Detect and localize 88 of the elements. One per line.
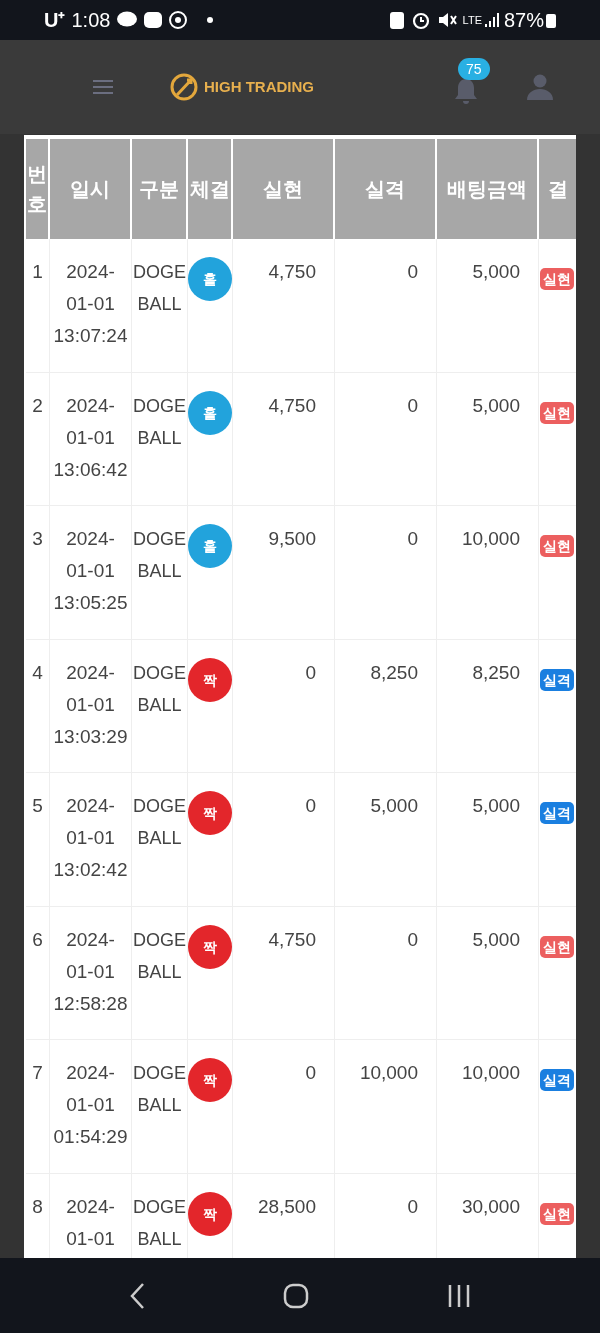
realized-amount: 4,750 — [268, 261, 316, 282]
game-name: DOGE BALL — [133, 1063, 186, 1115]
recent-apps-icon[interactable] — [447, 1283, 471, 1308]
row-number: 6 — [32, 928, 43, 950]
realized-amount: 0 — [305, 661, 316, 683]
row-time: 12:58:28 — [53, 991, 128, 1016]
bet-amount: 5,000 — [472, 394, 520, 416]
game-name: DOGE BALL — [133, 929, 186, 982]
game-name: DOGE BALL — [133, 662, 186, 715]
row-number: 7 — [32, 1062, 43, 1083]
column-header: 일시 — [50, 139, 132, 239]
game-name: DOGE BALL — [133, 529, 186, 581]
bet-amount: 10,000 — [461, 1062, 520, 1083]
mute-icon — [436, 10, 457, 30]
game-name: DOGE BALL — [133, 262, 186, 314]
brand-name: HIGH TRADING — [204, 76, 314, 97]
row-date: 2024-01-01 — [65, 927, 116, 984]
logo-icon — [170, 73, 198, 101]
row-time: 13:02:42 — [53, 858, 128, 882]
battery-icon — [546, 12, 556, 28]
clock-time: 1:08 — [71, 8, 111, 33]
row-date: 2024-01-01 — [65, 260, 116, 316]
bet-amount: 10,000 — [461, 528, 520, 549]
row-time: 01:54:29 — [53, 1125, 128, 1149]
alarm-icon — [410, 10, 431, 30]
lost-amount: 0 — [407, 528, 418, 549]
realized-amount: 4,750 — [268, 928, 316, 950]
bet-amount: 5,000 — [472, 795, 520, 816]
row-date: 2024-01-01 — [65, 393, 116, 450]
row-date: 2024-01-01 — [65, 1061, 116, 1117]
row-number: 5 — [32, 795, 43, 816]
column-header: 배팅금액 — [437, 139, 539, 239]
row-number: 2 — [32, 394, 43, 416]
home-icon[interactable] — [283, 1282, 309, 1309]
lost-amount: 8,250 — [370, 661, 418, 683]
result-badge: 실격 — [540, 802, 574, 824]
column-header: 체결 — [188, 139, 233, 239]
row-number: 3 — [32, 528, 43, 549]
bet-amount: 8,250 — [472, 661, 520, 683]
row-date: 2024-01-01 — [65, 1194, 116, 1251]
result-badge: 실현 — [540, 535, 574, 557]
realized-amount: 0 — [305, 795, 316, 816]
column-header: 실현 — [233, 139, 335, 239]
row-number: 1 — [32, 261, 43, 282]
lost-amount: 0 — [407, 1195, 418, 1217]
row-time: 13:06:42 — [53, 457, 128, 482]
browser-icon — [168, 10, 189, 30]
bet-amount: 5,000 — [472, 928, 520, 950]
bell-icon[interactable] — [452, 77, 480, 105]
row-time: 13:07:24 — [53, 324, 128, 348]
lost-amount: 0 — [407, 261, 418, 282]
realized-amount: 0 — [305, 1062, 316, 1083]
lost-amount: 0 — [407, 394, 418, 416]
carrier-label: U⁺ — [44, 8, 66, 33]
column-header: 구분 — [132, 139, 188, 239]
result-badge: 실현 — [540, 935, 574, 958]
realized-amount: 4,750 — [268, 394, 316, 416]
result-badge: 실현 — [540, 401, 574, 424]
result-badge: 실현 — [540, 1202, 574, 1225]
result-badge: 실현 — [540, 268, 574, 290]
back-icon[interactable] — [129, 1281, 145, 1310]
row-date: 2024-01-01 — [65, 527, 116, 583]
result-badge: 실격 — [540, 668, 574, 691]
realized-amount: 9,500 — [268, 528, 316, 549]
row-time: 13:05:25 — [53, 591, 128, 615]
battery-percent: 87% — [503, 8, 544, 33]
dot-icon — [206, 16, 215, 24]
column-header: 결 — [539, 139, 576, 239]
lost-amount: 5,000 — [370, 795, 418, 816]
notification-badge: 75 — [458, 58, 490, 80]
lost-amount: 0 — [407, 928, 418, 950]
bet-amount: 30,000 — [461, 1195, 520, 1217]
column-header: 번 호 — [26, 139, 50, 239]
row-date: 2024-01-01 — [65, 794, 116, 850]
row-number: 8 — [32, 1195, 43, 1217]
row-number: 4 — [32, 661, 43, 683]
signal-icon — [483, 12, 500, 28]
realized-amount: 28,500 — [257, 1195, 316, 1217]
network-label: LTE — [462, 14, 482, 26]
game-name: DOGE BALL — [133, 395, 186, 448]
result-badge: 실격 — [540, 1069, 574, 1091]
row-date: 2024-01-01 — [65, 660, 116, 717]
row-time: 13:03:29 — [53, 724, 128, 749]
game-name: DOGE BALL — [133, 1196, 186, 1249]
lost-amount: 10,000 — [359, 1062, 418, 1083]
bet-amount: 5,000 — [472, 261, 520, 282]
column-header: 실격 — [335, 139, 437, 239]
game-name: DOGE BALL — [133, 796, 186, 848]
